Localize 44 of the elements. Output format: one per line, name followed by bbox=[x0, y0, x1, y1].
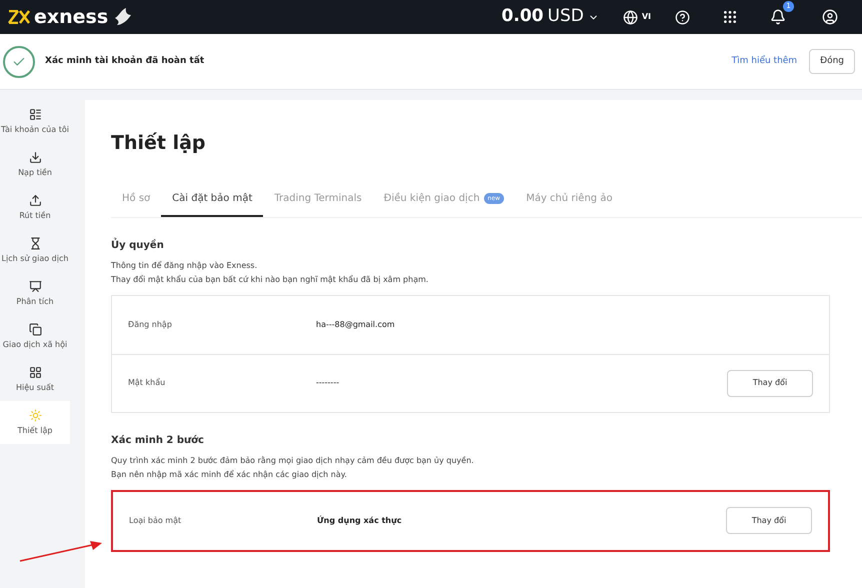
section-description: Quy trình xác minh 2 bước đảm bảo rằng mọi giao dịch nhạy cảm đều được bạn ủy quyền. bbox=[111, 454, 475, 467]
row-value: ha---88@gmail.com bbox=[316, 318, 396, 330]
help-icon[interactable] bbox=[675, 10, 690, 24]
section-description: Bạn nên nhập mã xác minh để xác nhận các giao dịch này. bbox=[111, 468, 348, 481]
sidebar-icon bbox=[28, 237, 42, 250]
sidebar-item[interactable]: Thiết lập bbox=[0, 401, 70, 444]
change-button[interactable]: Thay đổi bbox=[727, 370, 813, 396]
sidebar-icon bbox=[28, 366, 42, 379]
section-title: Ủy quyền bbox=[111, 238, 165, 252]
sidebar-icon bbox=[28, 280, 42, 293]
logo-text: exness bbox=[34, 8, 108, 26]
section-description: Thông tin để đăng nhập vào Exness. bbox=[111, 260, 258, 272]
sidebar-icon bbox=[28, 151, 42, 164]
account-icon[interactable] bbox=[822, 9, 838, 25]
row-label: Đăng nhập bbox=[128, 318, 173, 330]
sidebar-icon bbox=[28, 108, 42, 121]
sidebar-item[interactable]: Tài khoản của tôi bbox=[0, 100, 70, 143]
sidebar-item[interactable]: Hiệu suất bbox=[0, 358, 70, 401]
row-value: Ứng dụng xác thực bbox=[317, 514, 403, 526]
balance-dropdown[interactable]: 0.00 USD bbox=[502, 4, 599, 30]
row-value: -------- bbox=[316, 377, 340, 389]
sidebar-item[interactable]: Nạp tiền bbox=[0, 143, 70, 186]
globe-icon bbox=[622, 10, 638, 24]
sidebar-icon bbox=[28, 409, 42, 422]
tab[interactable]: Cài đặt bảo mật bbox=[161, 190, 264, 216]
sidebar-item[interactable]: Phân tích bbox=[0, 272, 70, 315]
banner-message: Xác minh tài khoản đã hoàn tất bbox=[45, 54, 204, 68]
section-description: Thay đổi mật khẩu của bạn bất cứ khi nào bạn nghĩ mật khẩu đã bị xâm phạm. bbox=[111, 274, 430, 286]
sidebar-icon bbox=[28, 323, 42, 336]
close-banner-button[interactable]: Đóng bbox=[809, 48, 855, 74]
change-button[interactable]: Thay đổi bbox=[726, 507, 812, 534]
sidebar-item[interactable]: Lịch sử giao dịch bbox=[0, 229, 70, 272]
language-button[interactable]: VI bbox=[622, 10, 651, 24]
row-label: Mật khẩu bbox=[128, 377, 166, 389]
apps-grid-icon[interactable] bbox=[722, 9, 738, 25]
sidebar-item[interactable]: Rút tiền bbox=[0, 186, 70, 229]
sidebar-icon bbox=[28, 194, 42, 207]
row-label: Loại bảo mật bbox=[129, 514, 182, 526]
page-title: Thiết lập bbox=[111, 131, 207, 156]
sidebar-item[interactable]: Giao dịch xã hội bbox=[0, 315, 70, 358]
notifications-icon[interactable] bbox=[770, 9, 786, 25]
logo-mark-icon bbox=[8, 10, 30, 24]
learn-more-link[interactable]: Tìm hiểu thêm bbox=[732, 54, 798, 68]
section-title: Xác minh 2 bước bbox=[111, 434, 205, 448]
